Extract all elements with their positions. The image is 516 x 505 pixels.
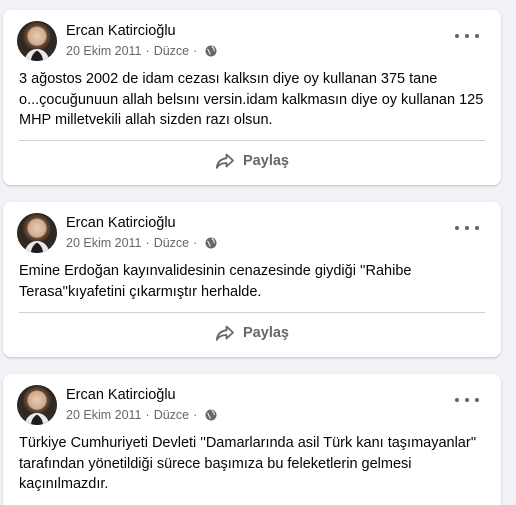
post-text: Türkiye Cumhuriyeti Devleti ''Damarların… [19, 435, 477, 492]
globe-icon[interactable] [205, 409, 217, 421]
post-card: Ercan Katircioğlu 20 Ekim 2011 · Düzce ·… [3, 202, 501, 357]
share-label: Paylaş [243, 153, 289, 169]
post-date[interactable]: 20 Ekim 2011 [66, 408, 142, 422]
post-text: 3 ağostos 2002 de idam cezası kalksın di… [19, 71, 484, 128]
post-card: Ercan Katircioğlu 20 Ekim 2011 · Düzce ·… [3, 374, 501, 505]
post-header: Ercan Katircioğlu 20 Ekim 2011 · Düzce · [3, 202, 501, 258]
post-date[interactable]: 20 Ekim 2011 [66, 236, 142, 250]
post-meta: 20 Ekim 2011 · Düzce · [66, 44, 217, 58]
post-location: Düzce [153, 408, 190, 422]
meta-separator: · [145, 44, 150, 58]
dot-icon [475, 34, 479, 38]
avatar[interactable] [17, 213, 57, 253]
post-location: Düzce [153, 236, 190, 250]
post-meta: 20 Ekim 2011 · Düzce · [66, 408, 217, 422]
meta-separator: · [145, 408, 150, 422]
dot-icon [465, 34, 469, 38]
author-name[interactable]: Ercan Katircioğlu [66, 387, 176, 403]
dot-icon [465, 398, 469, 402]
meta-separator: · [193, 408, 198, 422]
share-icon [215, 325, 234, 341]
post-meta: 20 Ekim 2011 · Düzce · [66, 236, 217, 250]
post-text: Emine Erdoğan kayınvalidesinin cenazesin… [19, 263, 412, 300]
author-name[interactable]: Ercan Katircioğlu [66, 23, 176, 39]
share-button[interactable]: Paylaş [19, 141, 485, 181]
avatar[interactable] [17, 21, 57, 61]
post-date[interactable]: 20 Ekim 2011 [66, 44, 142, 58]
post-header: Ercan Katircioğlu 20 Ekim 2011 · Düzce · [3, 374, 501, 430]
dot-icon [455, 398, 459, 402]
avatar[interactable] [17, 385, 57, 425]
post-location: Düzce [153, 44, 190, 58]
more-options-button[interactable] [455, 392, 479, 408]
news-feed: Ercan Katircioğlu 20 Ekim 2011 · Düzce ·… [0, 0, 516, 505]
dot-icon [455, 226, 459, 230]
globe-icon[interactable] [205, 45, 217, 57]
share-icon [215, 153, 234, 169]
more-options-button[interactable] [455, 220, 479, 236]
globe-icon[interactable] [205, 237, 217, 249]
dot-icon [475, 398, 479, 402]
share-label: Paylaş [243, 325, 289, 341]
meta-separator: · [145, 236, 150, 250]
meta-separator: · [193, 236, 198, 250]
more-options-button[interactable] [455, 28, 479, 44]
meta-separator: · [193, 44, 198, 58]
dot-icon [475, 226, 479, 230]
dot-icon [465, 226, 469, 230]
post-card: Ercan Katircioğlu 20 Ekim 2011 · Düzce ·… [3, 10, 501, 185]
share-button[interactable]: Paylaş [19, 313, 485, 353]
dot-icon [455, 34, 459, 38]
author-name[interactable]: Ercan Katircioğlu [66, 215, 176, 231]
post-header: Ercan Katircioğlu 20 Ekim 2011 · Düzce · [3, 10, 501, 66]
